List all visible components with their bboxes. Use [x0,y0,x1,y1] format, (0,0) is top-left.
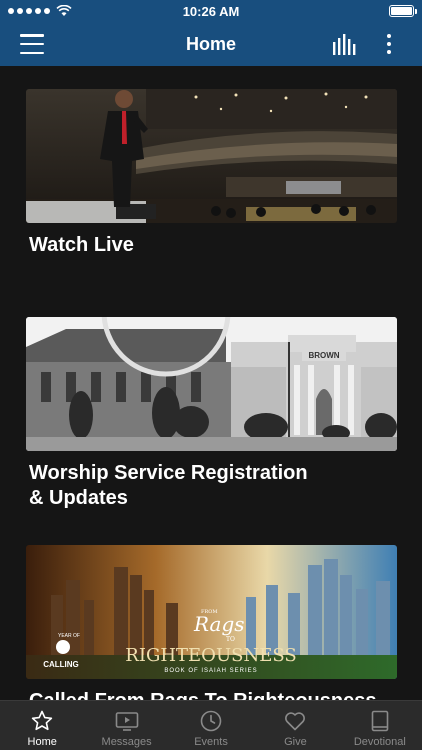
battery-icon [389,5,417,17]
svg-text:CALLING: CALLING [43,660,79,669]
watch-live-image [26,89,397,223]
svg-text:Rags: Rags [193,612,245,636]
tab-label: Messages [101,736,152,748]
tab-home[interactable]: Home [0,701,84,750]
wifi-icon [56,5,72,16]
tab-messages[interactable]: Messages [84,701,168,750]
page-title: Home [185,33,236,54]
tab-devotional[interactable]: Devotional [338,701,422,750]
menu-icon[interactable] [20,34,44,54]
book-icon [371,710,389,732]
watch-live-card[interactable]: Watch Live [26,89,397,258]
svg-text:YEAR OF: YEAR OF [58,633,80,639]
tab-bar: Home Messages Events Give Devotional [0,700,422,750]
svg-text:BOOK OF ISAIAH SERIES: BOOK OF ISAIAH SERIES [164,668,257,674]
sermon-series-banner: YEAR OF CALLING FROM Rags TO RIGHTEOUSNE… [26,545,397,679]
header-bar: Home [0,22,422,66]
signal-strength-icon [8,5,72,17]
card-title: Called From Rags To Righteousness [26,689,397,700]
tab-label: Devotional [353,736,406,748]
heart-icon [285,712,306,731]
church-building-image: BROWN [26,317,397,451]
tab-label: Home [27,736,57,748]
building-sign: BROWN [308,351,339,360]
svg-text:RIGHTEOUSNESS: RIGHTEOUSNESS [125,645,296,666]
status-bar: 10:26 AM [0,0,422,22]
tab-label: Give [284,736,307,748]
more-options-icon[interactable] [382,32,396,56]
card-title: Watch Live [29,234,134,256]
card-title: Worship Service Registration & Updates [29,462,308,509]
home-feed[interactable]: Watch Live BROWN Worship Service Registr… [0,66,422,700]
svg-text:TO: TO [226,636,235,643]
play-screen-icon [115,712,138,731]
tab-give[interactable]: Give [253,701,337,750]
tab-label: Events [194,736,228,748]
clock-icon [200,710,222,732]
sermon-series-card[interactable]: YEAR OF CALLING FROM Rags TO RIGHTEOUSNE… [26,545,397,700]
worship-registration-card[interactable]: BROWN Worship Service Registration & Upd… [26,317,397,511]
star-icon [32,710,53,731]
audio-bars-icon[interactable] [332,33,356,55]
tab-events[interactable]: Events [169,701,253,750]
